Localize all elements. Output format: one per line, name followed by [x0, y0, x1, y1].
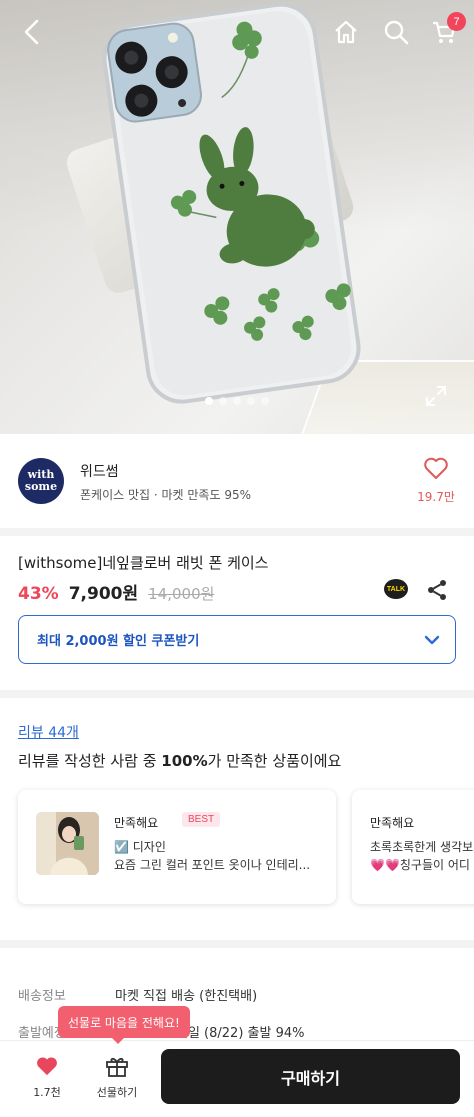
section-divider [0, 690, 474, 698]
best-badge: BEST [182, 812, 221, 827]
review-card[interactable]: 만족해요 BEST ☑️ 디자인 요즘 그린 컬러 포인트 옷이나 인테리... [18, 790, 336, 904]
review-photo-image [36, 812, 99, 875]
buy-button[interactable]: 구매하기 [161, 1049, 460, 1104]
chevron-down-icon [424, 635, 440, 645]
page-dot [247, 397, 255, 405]
delivery-value: 마켓 직접 배송 (한진택배) [115, 989, 258, 1004]
heart-filled-icon [37, 1057, 57, 1076]
product-title: [withsome]네잎클로버 래빗 폰 케이스 [18, 554, 269, 572]
price-row: 43% 7,900원 14,000원 [18, 579, 214, 604]
cart-count-badge: 7 [447, 12, 466, 31]
coupon-label: 최대 2,000원 할인 쿠폰받기 [37, 634, 200, 649]
share-icon [428, 580, 446, 600]
home-icon [335, 20, 357, 44]
wishlist-count: 1.7천 [33, 1086, 61, 1099]
share-button[interactable] [425, 578, 449, 602]
review-summary-suffix: 가 만족한 상품이에요 [207, 752, 342, 770]
bottom-action-bar: 1.7천 선물하기 구매하기 [0, 1040, 474, 1117]
phone-case-photo [102, 2, 361, 404]
home-button[interactable] [328, 14, 364, 50]
gift-tooltip: 선물로 마음을 전해요! [58, 1006, 190, 1044]
review-rating: 만족해요 [114, 816, 159, 830]
seller-info[interactable]: with some 위드썸 폰케이스 맛집 · 마켓 만족도 95% 19.7만 [0, 440, 474, 526]
expand-icon [426, 386, 446, 406]
sale-price: 7,900원 [68, 584, 139, 604]
review-photo [36, 812, 99, 875]
coupon-button[interactable]: 최대 2,000원 할인 쿠폰받기 [18, 615, 456, 664]
seller-logo: with some [18, 458, 64, 504]
review-text-line: 초록초록한게 생각보 [370, 840, 474, 854]
chevron-left-icon [24, 19, 39, 45]
original-price: 14,000원 [148, 585, 215, 603]
search-button[interactable] [378, 14, 414, 50]
delivery-label: 배송정보 [18, 989, 66, 1004]
section-divider [0, 940, 474, 948]
page-dot [233, 397, 241, 405]
review-summary-prefix: 리뷰를 작성한 사람 중 [18, 752, 162, 770]
cart-button[interactable]: 7 [426, 12, 466, 50]
expand-button[interactable] [424, 384, 452, 412]
wishlist-button[interactable]: 1.7천 [12, 1055, 82, 1100]
review-card[interactable]: 만족해요 초록초록한게 생각보 💗💗칭구들이 어디 [352, 790, 474, 904]
gift-icon [106, 1057, 128, 1077]
seller-like-count: 19.7만 [417, 490, 455, 504]
gallery-page-indicator [205, 397, 269, 405]
search-icon [384, 20, 409, 45]
page-dot [205, 397, 213, 405]
back-button[interactable] [14, 14, 50, 50]
review-text-line: 요즘 그린 컬러 포인트 옷이나 인테리... [114, 858, 311, 872]
heart-outline-icon [424, 457, 448, 479]
review-summary: 리뷰를 작성한 사람 중 100%가 만족한 상품이에요 [18, 750, 341, 771]
gift-label: 선물하기 [96, 1086, 138, 1099]
review-count-link[interactable]: 리뷰 44개 [18, 722, 79, 742]
page-dot [261, 397, 269, 405]
departure-value: 내일 (8/22) 출발 94% [176, 1026, 305, 1041]
discount-rate: 43% [18, 584, 59, 604]
review-rating: 만족해요 [370, 816, 415, 830]
page-dot [219, 397, 227, 405]
seller-meta: 폰케이스 맛집 · 마켓 만족도 95% [80, 488, 251, 502]
review-text-line: ☑️ 디자인 [114, 840, 166, 854]
product-image-gallery[interactable]: 7 [0, 0, 474, 434]
gift-button[interactable]: 선물하기 [82, 1055, 152, 1100]
top-navigation: 7 [0, 0, 474, 64]
talk-icon: TALK [384, 579, 408, 599]
review-summary-percent: 100% [161, 752, 208, 770]
seller-like-button[interactable]: 19.7만 [416, 456, 456, 505]
kakao-talk-button[interactable]: TALK [384, 579, 408, 601]
section-divider [0, 528, 474, 536]
seller-name: 위드썸 [80, 464, 119, 480]
review-text-line: 💗💗칭구들이 어디 [370, 858, 470, 872]
